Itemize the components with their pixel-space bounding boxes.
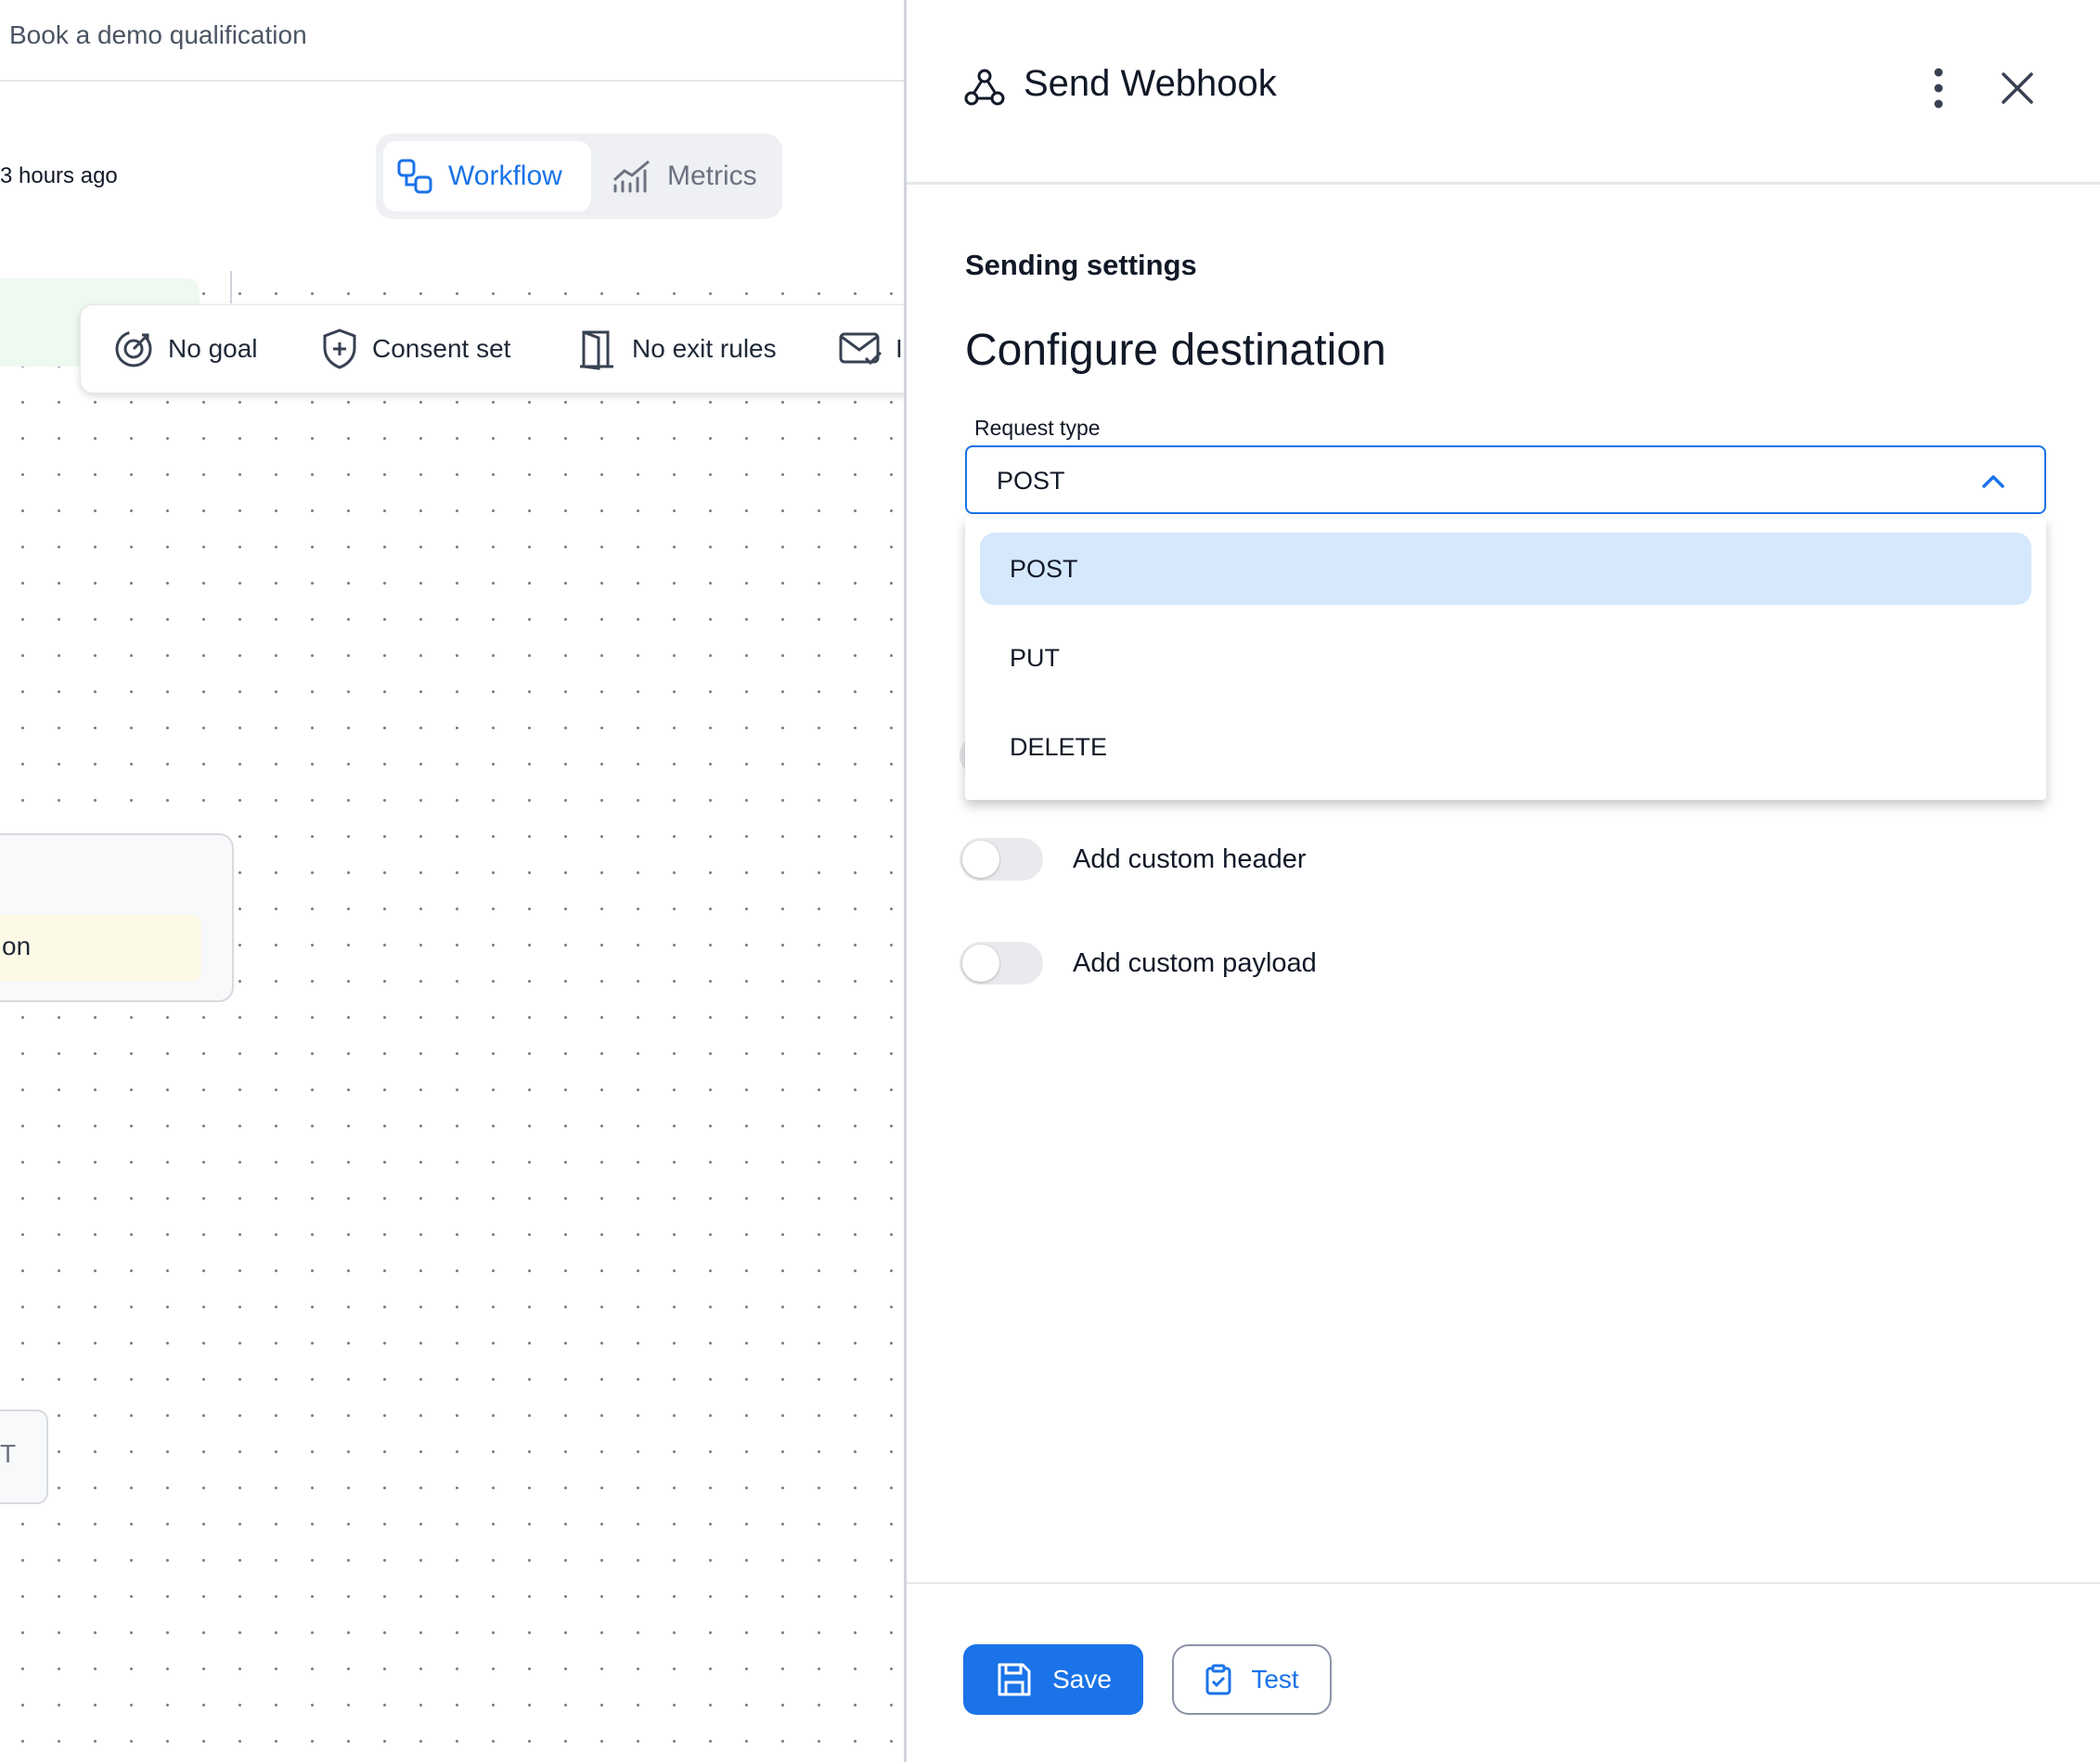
save-label: Save xyxy=(1052,1665,1112,1693)
last-saved-text: 3 hours ago xyxy=(0,163,118,188)
custom-header-row[interactable]: Add custom header xyxy=(960,837,1306,882)
option-post[interactable]: POST xyxy=(980,533,2031,605)
custom-payload-toggle[interactable] xyxy=(960,942,1043,985)
node-end-text: T xyxy=(0,1439,17,1468)
workflow-node[interactable]: on xyxy=(0,833,234,1002)
metrics-icon xyxy=(612,160,650,193)
option-put[interactable]: PUT xyxy=(980,622,2031,694)
email-label: I xyxy=(895,334,903,363)
option-post-label: POST xyxy=(1010,555,1078,583)
workflow-name[interactable]: Book a demo qualification xyxy=(9,20,307,50)
custom-payload-row[interactable]: Add custom payload xyxy=(960,941,1317,985)
node-text: on xyxy=(2,932,32,960)
request-type-dropdown: POST PUT DELETE xyxy=(965,518,2046,800)
workflow-node-end[interactable]: T xyxy=(0,1410,48,1504)
goal-icon xyxy=(115,330,152,367)
metrics-tab[interactable]: Metrics xyxy=(599,141,775,212)
request-type-select[interactable]: POST xyxy=(965,445,2046,514)
node-condition: on xyxy=(0,915,201,982)
test-button[interactable]: Test xyxy=(1172,1644,1332,1715)
canvas-edge xyxy=(230,271,232,303)
shield-icon xyxy=(323,328,356,369)
editor-subheader: 3 hours ago Workflow Metrics xyxy=(0,82,904,273)
workflow-tab[interactable]: Workflow xyxy=(383,141,591,212)
chevron-up-icon xyxy=(1982,475,2004,488)
panel-title: Send Webhook xyxy=(1024,63,1277,104)
webhook-icon xyxy=(964,69,1005,106)
consent-setting[interactable]: Consent set xyxy=(320,326,510,372)
section-title: Sending settings xyxy=(965,249,1197,281)
option-delete-label: DELETE xyxy=(1010,733,1108,761)
email-check-icon xyxy=(839,332,883,366)
webhook-panel: Send Webhook Sending settings Configure … xyxy=(907,0,2100,1762)
workflow-icon xyxy=(397,159,432,194)
request-type-value: POST xyxy=(997,467,1065,495)
save-button[interactable]: Save xyxy=(963,1644,1143,1715)
goal-setting[interactable]: No goal xyxy=(112,326,258,372)
workflow-editor: Book a demo qualification 3 hours ago Wo… xyxy=(0,0,904,1762)
custom-header-toggle[interactable] xyxy=(960,838,1043,881)
test-label: Test xyxy=(1251,1665,1299,1693)
custom-header-label: Add custom header xyxy=(1073,843,1307,874)
workflow-settings-bar: No goal Consent set No exit rules I xyxy=(80,304,904,393)
option-delete[interactable]: DELETE xyxy=(980,711,2031,783)
exit-rules-setting[interactable]: No exit rules xyxy=(576,326,777,372)
option-put-label: PUT xyxy=(1010,644,1060,672)
panel-footer: Save Test xyxy=(907,1582,2100,1764)
workflow-canvas[interactable] xyxy=(0,271,904,1762)
more-options-icon[interactable] xyxy=(1918,65,1959,111)
consent-label: Consent set xyxy=(372,334,511,363)
custom-payload-label: Add custom payload xyxy=(1073,947,1317,978)
door-icon xyxy=(580,330,613,370)
request-type-label: Request type xyxy=(974,416,1101,440)
exit-rules-label: No exit rules xyxy=(632,334,777,363)
metrics-tab-label: Metrics xyxy=(667,161,757,191)
goal-label: No goal xyxy=(168,334,258,363)
email-setting[interactable]: I xyxy=(838,326,903,372)
workflow-tab-label: Workflow xyxy=(448,161,562,191)
clipboard-check-icon xyxy=(1205,1664,1231,1695)
editor-header: Book a demo qualification xyxy=(0,0,904,82)
configure-heading: Configure destination xyxy=(965,326,1386,375)
view-switcher: Workflow Metrics xyxy=(376,134,782,219)
close-icon[interactable] xyxy=(1994,65,2041,111)
panel-header: Send Webhook xyxy=(907,0,2100,185)
save-icon xyxy=(998,1663,1031,1696)
